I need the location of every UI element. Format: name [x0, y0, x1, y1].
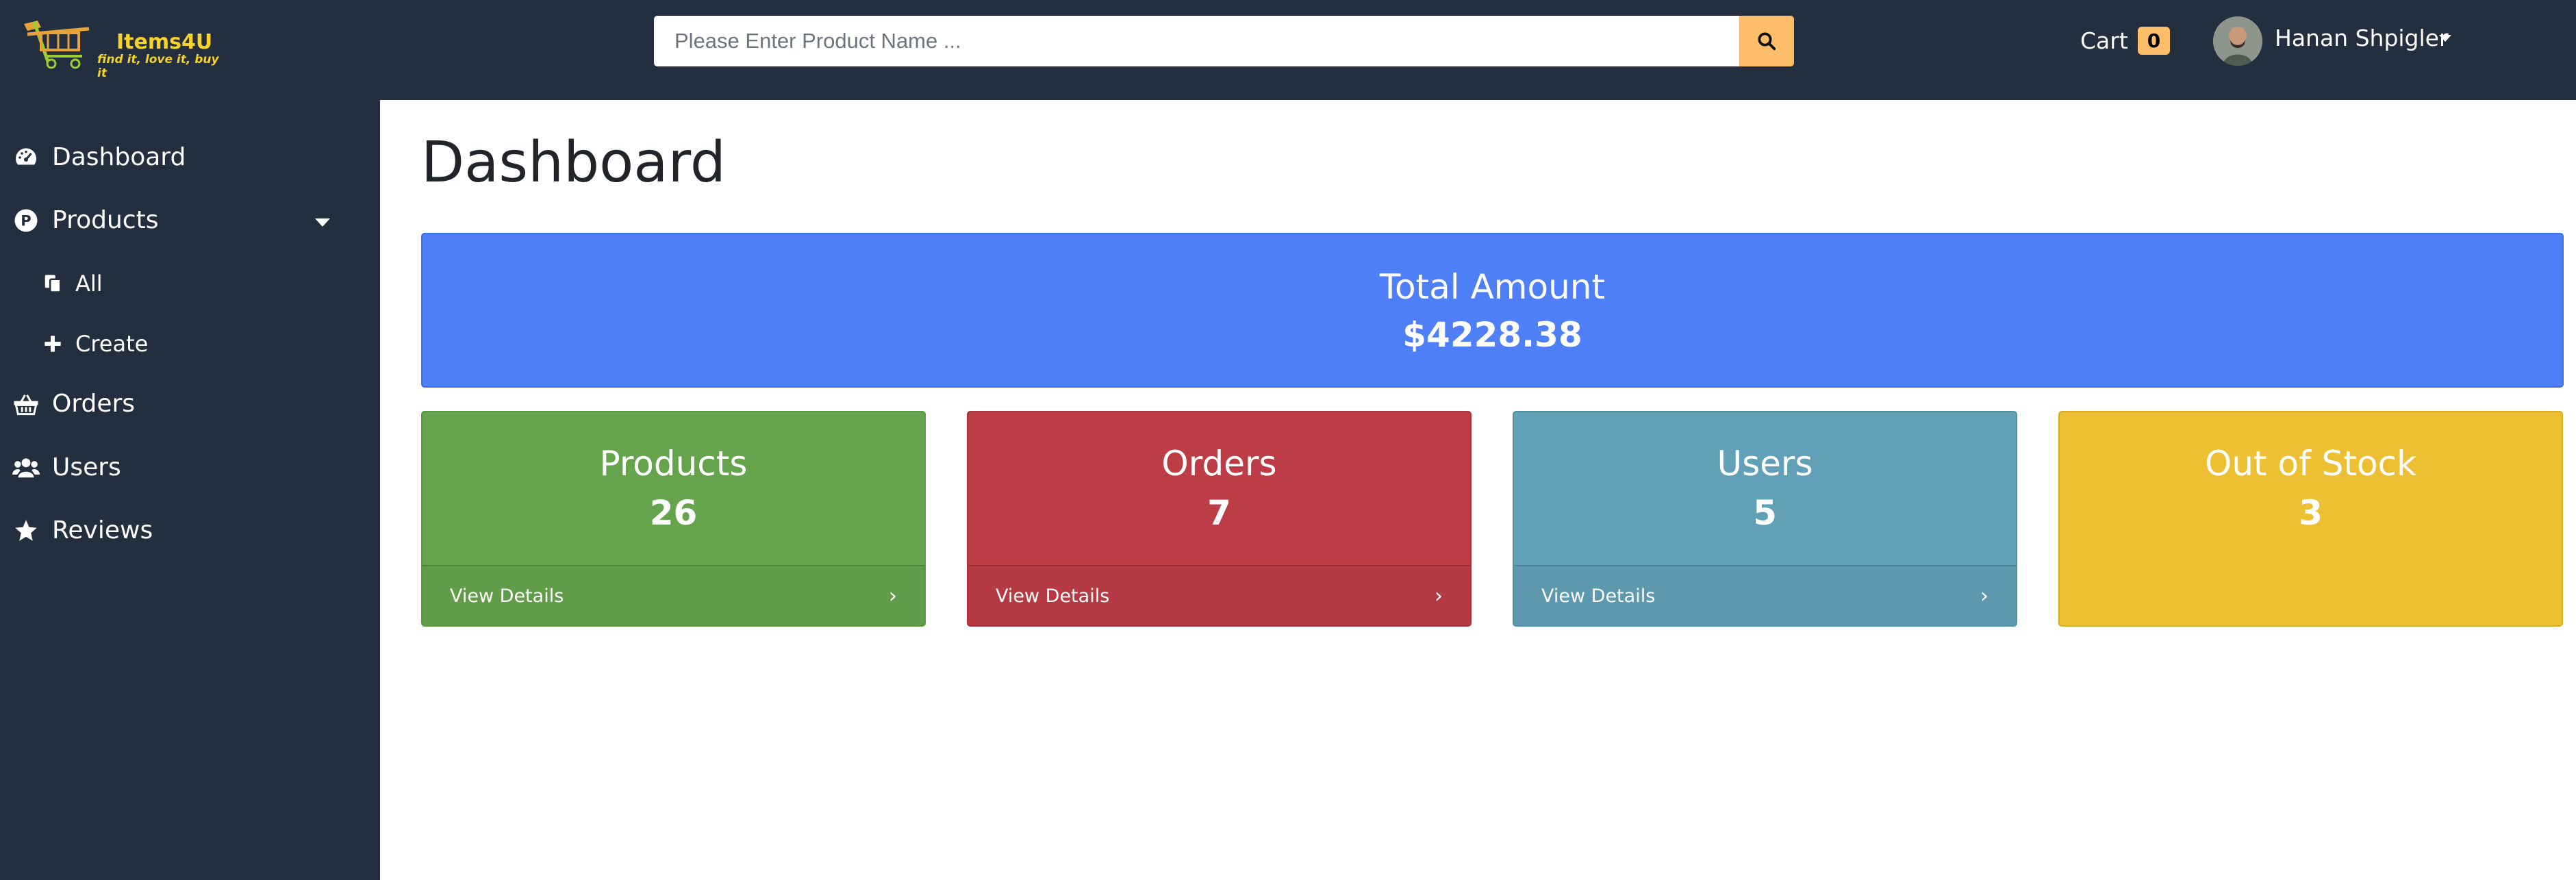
card-label: Orders — [1161, 444, 1277, 483]
sidebar-item-orders[interactable]: Orders — [12, 390, 135, 418]
users-icon — [12, 454, 40, 481]
items4u-logo[interactable]: Items4U find it, love it, buy it — [21, 14, 226, 80]
card-value: 7 — [1207, 493, 1231, 533]
total-amount-label: Total Amount — [1379, 267, 1606, 307]
user-menu-name[interactable]: Hanan Shpigler — [2275, 25, 2449, 51]
card-value: 5 — [1753, 493, 1777, 533]
users-card: Users 5 View Details › — [1513, 411, 2017, 627]
total-amount-value: $4228.38 — [1402, 315, 1582, 355]
product-p-icon: P — [12, 207, 40, 234]
card-label: Products — [599, 444, 748, 483]
chevron-right-icon: › — [889, 583, 897, 608]
sidebar-item-products[interactable]: P Products — [12, 206, 158, 234]
card-value: 3 — [2299, 493, 2323, 533]
sidebar-item-all-products[interactable]: All — [41, 271, 103, 297]
view-details-link[interactable]: View Details › — [1514, 565, 2016, 625]
sidebar-item-label: Orders — [52, 390, 136, 418]
star-icon — [12, 517, 40, 544]
sidebar-item-dashboard[interactable]: Dashboard — [12, 143, 186, 171]
chevron-down-icon[interactable] — [2439, 35, 2451, 42]
view-details-label: View Details — [996, 585, 1110, 607]
search-icon — [1758, 32, 1776, 51]
avatar[interactable] — [2213, 16, 2262, 66]
card-value: 26 — [649, 493, 698, 533]
cart-label: Cart — [2080, 27, 2128, 54]
plus-icon — [41, 332, 64, 355]
sidebar-item-label: Users — [52, 453, 121, 481]
sidebar-item-reviews[interactable]: Reviews — [12, 516, 153, 544]
view-details-label: View Details — [1541, 585, 1656, 607]
view-details-link[interactable]: View Details › — [968, 565, 1470, 625]
user-avatar-icon — [2213, 16, 2262, 66]
card-label: Users — [1717, 444, 1813, 483]
cart-link[interactable]: Cart 0 — [2080, 25, 2171, 56]
sidebar-item-label: Create — [75, 331, 149, 357]
sidebar-item-create-product[interactable]: Create — [41, 331, 148, 357]
top-navbar: Items4U find it, love it, buy it Cart 0 … — [0, 0, 2576, 100]
search-button[interactable] — [1739, 16, 1794, 66]
sidebar-item-label: All — [75, 271, 103, 297]
view-details-label: View Details — [450, 585, 564, 607]
logo-tagline: find it, love it, buy it — [97, 53, 219, 80]
cart-logo-icon — [24, 21, 90, 69]
sidebar-item-users[interactable]: Users — [12, 453, 121, 481]
chevron-right-icon: › — [1980, 583, 1988, 608]
logo-text: Items4U — [116, 30, 213, 54]
orders-card: Orders 7 View Details › — [967, 411, 1472, 627]
sidebar-item-label: Dashboard — [52, 143, 186, 171]
chevron-right-icon: › — [1435, 583, 1443, 608]
total-amount-card: Total Amount $4228.38 — [421, 233, 2564, 388]
out-of-stock-card: Out of Stock 3 — [2058, 411, 2563, 627]
page-title: Dashboard — [421, 130, 726, 195]
copy-icon — [41, 272, 64, 295]
tachometer-icon — [12, 144, 40, 171]
products-card: Products 26 View Details › — [421, 411, 926, 627]
sidebar-item-label: Products — [52, 206, 159, 234]
cart-count-badge: 0 — [2137, 26, 2171, 55]
search-input[interactable] — [654, 16, 1740, 66]
sidebar: Dashboard P Products All Create Orders U… — [0, 100, 380, 880]
chevron-down-icon[interactable] — [315, 218, 330, 227]
sidebar-item-label: Reviews — [52, 516, 153, 544]
card-label: Out of Stock — [2204, 444, 2416, 483]
view-details-link[interactable]: View Details › — [422, 565, 924, 625]
basket-icon — [12, 390, 40, 418]
svg-text:P: P — [21, 212, 31, 229]
